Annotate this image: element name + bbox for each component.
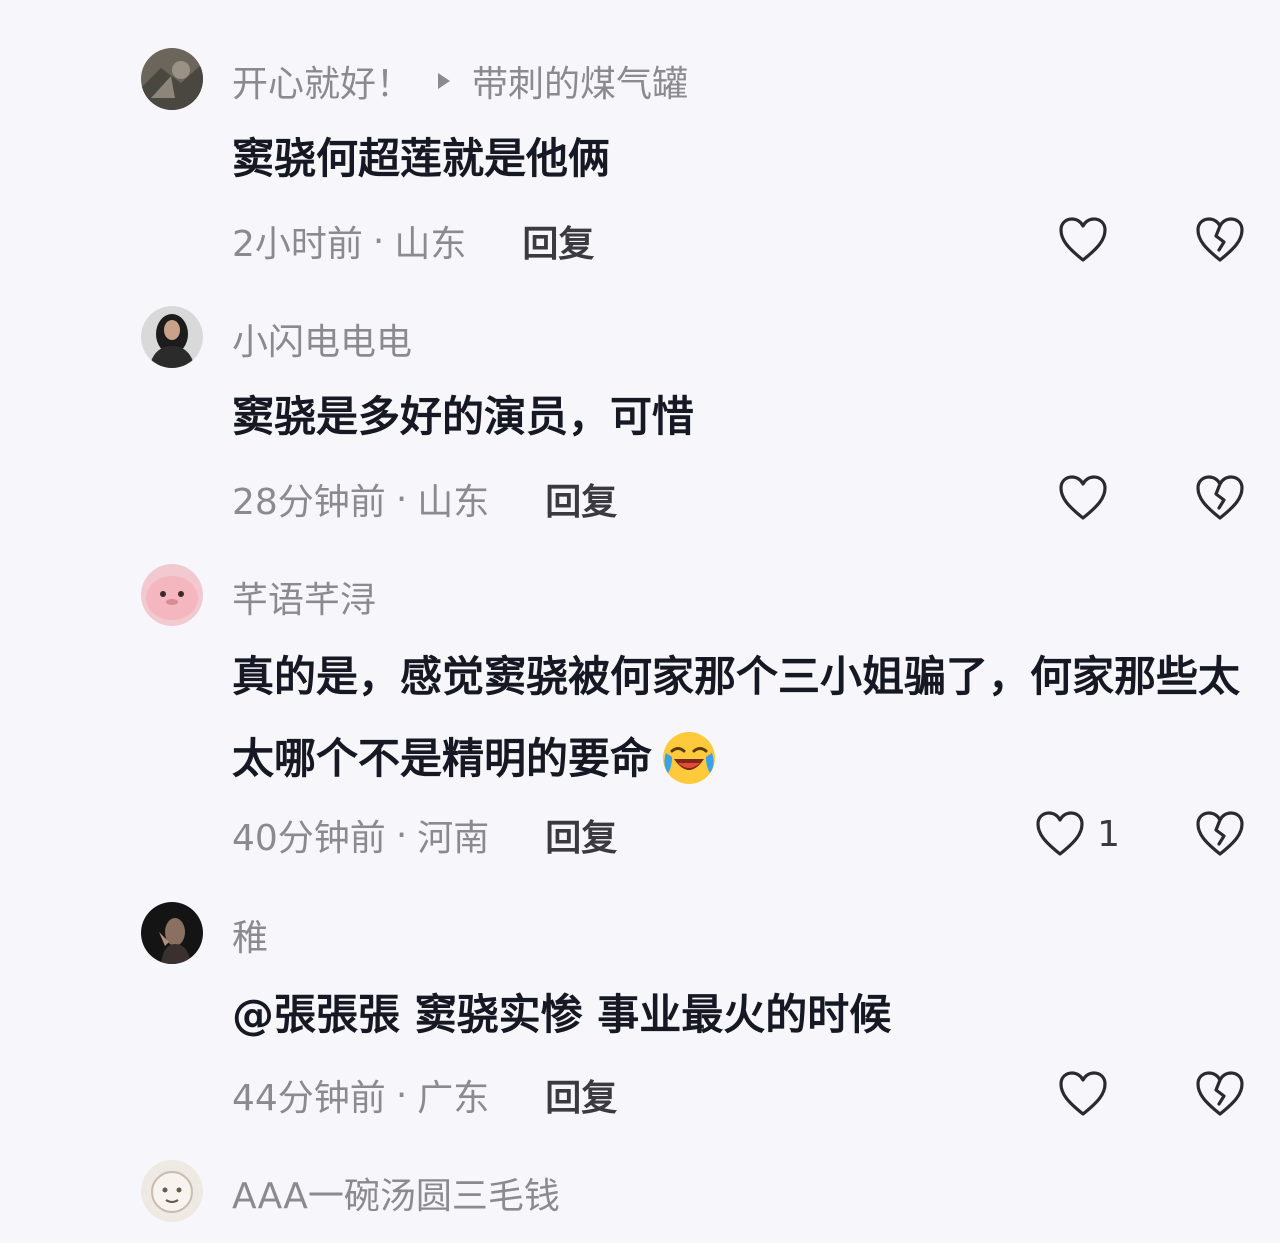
heart-outline-icon	[1036, 811, 1084, 856]
username[interactable]: 小闪电电电	[232, 313, 412, 365]
meta-separator: ·	[372, 220, 385, 262]
username-row: 稚	[232, 910, 268, 960]
comment-meta: 44分钟前 · 广东 回复	[232, 1070, 617, 1120]
like-button[interactable]	[1058, 212, 1120, 268]
meta-separator: ·	[395, 814, 408, 856]
broken-heart-icon[interactable]	[1194, 214, 1246, 266]
username[interactable]: AAA一碗汤圆三毛钱	[232, 1167, 560, 1219]
timestamp: 44分钟前	[232, 1078, 386, 1119]
reply-button[interactable]: 回复	[545, 1069, 617, 1121]
username[interactable]: 稚	[232, 909, 268, 961]
avatar[interactable]	[141, 564, 203, 626]
reply-button[interactable]: 回复	[545, 809, 617, 861]
triangle-right-icon	[438, 73, 451, 89]
broken-heart-icon[interactable]	[1194, 1068, 1246, 1120]
username-row: AAA一碗汤圆三毛钱	[232, 1168, 560, 1218]
username-row: 芊语芊浔	[232, 572, 376, 622]
avatar[interactable]	[141, 902, 203, 964]
avatar[interactable]	[141, 48, 203, 110]
timestamp: 40分钟前	[232, 818, 386, 859]
timestamp: 28分钟前	[232, 482, 386, 523]
avatar[interactable]	[141, 306, 203, 368]
location: 河南	[417, 818, 490, 859]
comment-meta: 40分钟前 · 河南 回复	[232, 810, 617, 860]
reply-to-username[interactable]: 带刺的煤气罐	[472, 55, 688, 107]
comment-meta: 2小时前 · 山东 回复	[232, 216, 594, 266]
location: 广东	[417, 1078, 490, 1119]
username-row: 小闪电电电	[232, 314, 412, 364]
comment-meta: 28分钟前 · 山东 回复	[232, 474, 617, 524]
laughing-crying-emoji-icon	[663, 731, 716, 784]
reply-button[interactable]: 回复	[522, 215, 594, 267]
like-button[interactable]: 1	[1035, 806, 1120, 862]
timestamp: 2小时前	[232, 224, 363, 265]
meta-separator: ·	[395, 1074, 408, 1116]
like-count: 1	[1097, 813, 1120, 855]
comment-text: 窦骁何超莲就是他俩	[232, 134, 611, 183]
heart-outline-icon	[1059, 475, 1107, 520]
reply-button[interactable]: 回复	[545, 473, 617, 525]
comment-text: 真的是，感觉窦骁被何家那个三小姐骗了，何家那些太太哪个不是精明的要命	[232, 636, 1252, 800]
location: 山东	[394, 224, 467, 265]
comment-text: @張張張 窦骁实惨 事业最火的时候	[232, 990, 892, 1039]
heart-outline-icon	[1059, 217, 1107, 262]
comment-text: 窦骁是多好的演员，可惜	[232, 392, 695, 441]
broken-heart-icon[interactable]	[1194, 808, 1246, 860]
like-button[interactable]	[1058, 1066, 1120, 1122]
broken-heart-icon[interactable]	[1194, 472, 1246, 524]
username-row: 开心就好！ 带刺的煤气罐	[232, 56, 688, 106]
username[interactable]: 开心就好！	[232, 55, 412, 107]
heart-outline-icon	[1059, 1071, 1107, 1116]
meta-separator: ·	[395, 478, 408, 520]
location: 山东	[417, 482, 490, 523]
username[interactable]: 芊语芊浔	[232, 571, 376, 623]
like-button[interactable]	[1058, 470, 1120, 526]
avatar[interactable]	[141, 1160, 203, 1222]
